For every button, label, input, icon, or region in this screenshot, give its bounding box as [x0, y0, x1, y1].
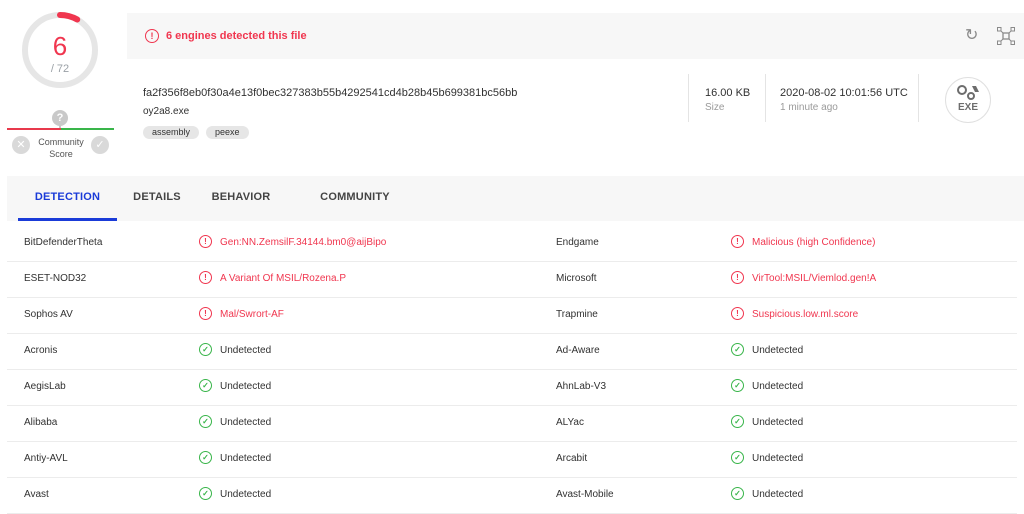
tab-detection[interactable]: DETECTION: [18, 176, 117, 221]
detection-result[interactable]: Suspicious.low.ml.score: [752, 309, 858, 320]
check-icon: ✓: [199, 487, 212, 500]
check-icon: ✓: [731, 451, 744, 464]
engine-name: ESET-NOD32: [24, 273, 87, 284]
detection-result: Undetected: [752, 381, 804, 392]
engine-name: Arcabit: [556, 453, 588, 464]
tab-bar: DETECTION DETAILS BEHAVIOR COMMUNITY: [7, 176, 1024, 221]
engine-name: Antiy-AVL: [24, 453, 68, 464]
tab-details[interactable]: DETAILS: [125, 176, 189, 221]
check-icon: ✓: [199, 415, 212, 428]
engine-total: / 72: [50, 63, 70, 75]
reanalyze-icon[interactable]: ↻: [965, 28, 981, 44]
engine-name: Acronis: [24, 345, 58, 356]
tab-behavior[interactable]: BEHAVIOR: [205, 176, 277, 221]
community-score-bar-negative: [7, 128, 61, 130]
detection-count: 6: [52, 31, 68, 61]
table-row: Avast ✓ Undetected Avast-Mobile ✓ Undetected: [7, 478, 1017, 514]
divider: [918, 74, 919, 122]
detection-result[interactable]: VirTool:MSIL/Viemlod.gen!A: [752, 273, 876, 284]
divider: [765, 74, 766, 122]
community-score-bar-positive: [60, 128, 114, 130]
check-icon: ✓: [731, 343, 744, 356]
detection-result[interactable]: Mal/Swrort-AF: [220, 309, 284, 320]
exe-file-type-icon: EXE: [945, 77, 991, 123]
engine-name: Alibaba: [24, 417, 58, 428]
check-icon: ✓: [731, 415, 744, 428]
file-hash[interactable]: fa2f356f8eb0f30a4e13f0bec327383b55b42925…: [143, 87, 517, 99]
detections-table: BitDefenderTheta! Gen:NN.ZemsilF.34144.bm…: [7, 226, 1017, 514]
alert-icon: !: [731, 307, 744, 320]
engine-name: Avast: [24, 489, 49, 500]
detection-result: Undetected: [220, 453, 272, 464]
engine-name: ALYac: [556, 417, 584, 428]
detection-result[interactable]: Gen:NN.ZemsilF.34144.bm0@aijBipo: [220, 237, 386, 248]
detection-result[interactable]: A Variant Of MSIL/Rozena.P: [220, 273, 346, 284]
table-row: Alibaba ✓ Undetected ALYac ✓ Undetected: [7, 406, 1017, 442]
tag-assembly[interactable]: assembly: [143, 126, 200, 139]
alert-icon: !: [199, 307, 212, 320]
vote-harmful-button[interactable]: ✕: [12, 136, 30, 154]
alert-icon: !: [731, 235, 744, 248]
alert-icon: !: [145, 29, 159, 43]
detection-result: Undetected: [220, 345, 272, 356]
engine-name: Endgame: [556, 237, 599, 248]
detection-summary: 6 engines detected this file: [166, 30, 307, 42]
check-icon: ✓: [199, 379, 212, 392]
divider: [688, 74, 689, 122]
engine-name: AhnLab-V3: [556, 381, 607, 392]
engine-name: Avast-Mobile: [556, 489, 614, 500]
community-score-label-line2: Score: [49, 149, 73, 159]
vote-harmless-button[interactable]: ✓: [91, 136, 109, 154]
detection-score-ring: 6 / 72: [21, 11, 99, 89]
alert-icon: !: [199, 235, 212, 248]
check-icon: ✓: [199, 343, 212, 356]
detection-result: Undetected: [752, 417, 804, 428]
file-type-label: EXE: [957, 102, 978, 113]
analysis-date-relative: 1 minute ago: [780, 102, 838, 113]
detection-result[interactable]: Malicious (high Confidence): [752, 237, 875, 248]
detection-result: Undetected: [752, 345, 804, 356]
alert-icon: !: [199, 271, 212, 284]
engine-name: Trapmine: [556, 309, 598, 320]
tab-community[interactable]: COMMUNITY: [313, 176, 397, 221]
graph-view-icon[interactable]: [997, 27, 1015, 45]
table-row: Antiy-AVL ✓ Undetected Arcabit ✓ Undetected: [7, 442, 1017, 478]
tag-peexe[interactable]: peexe: [206, 126, 249, 139]
check-icon: ✓: [199, 451, 212, 464]
gear-icon: [957, 85, 979, 100]
table-row: AegisLab ✓ Undetected AhnLab-V3 ✓ Undetected: [7, 370, 1017, 406]
detection-result: Undetected: [220, 417, 272, 428]
engine-name: AegisLab: [24, 381, 66, 392]
detection-result: Undetected: [752, 489, 804, 500]
file-size-value: 16.00 KB: [705, 87, 751, 99]
table-row: ESET-NOD32! A Variant Of MSIL/Rozena.P Mic…: [7, 262, 1017, 298]
engine-name: Sophos AV: [24, 309, 73, 320]
engine-name: BitDefenderTheta: [24, 237, 103, 248]
analysis-date-value: 2020-08-02 10:01:56 UTC: [780, 87, 908, 99]
engine-name: Microsoft: [556, 273, 597, 284]
file-size-label: Size: [705, 102, 725, 113]
detection-result: Undetected: [220, 489, 272, 500]
detection-banner: ! 6 engines detected this file ↻: [127, 13, 1024, 59]
table-row: Acronis ✓ Undetected Ad-Aware ✓ Undetected: [7, 334, 1017, 370]
alert-icon: !: [731, 271, 744, 284]
detection-result: Undetected: [752, 453, 804, 464]
community-score-label-line1: Community: [38, 137, 84, 147]
community-score-question-icon: ?: [52, 110, 68, 126]
check-icon: ✓: [731, 487, 744, 500]
community-score-label: Community Score: [34, 136, 88, 160]
table-row: BitDefenderTheta! Gen:NN.ZemsilF.34144.bm…: [7, 226, 1017, 262]
detection-result: Undetected: [220, 381, 272, 392]
check-icon: ✓: [731, 379, 744, 392]
engine-name: Ad-Aware: [556, 345, 600, 356]
table-row: Sophos AV! Mal/Swrort-AF Trapmine! Suspicio…: [7, 298, 1017, 334]
community-score-bar: [7, 128, 114, 131]
file-name: oy2a8.exe: [143, 106, 190, 117]
